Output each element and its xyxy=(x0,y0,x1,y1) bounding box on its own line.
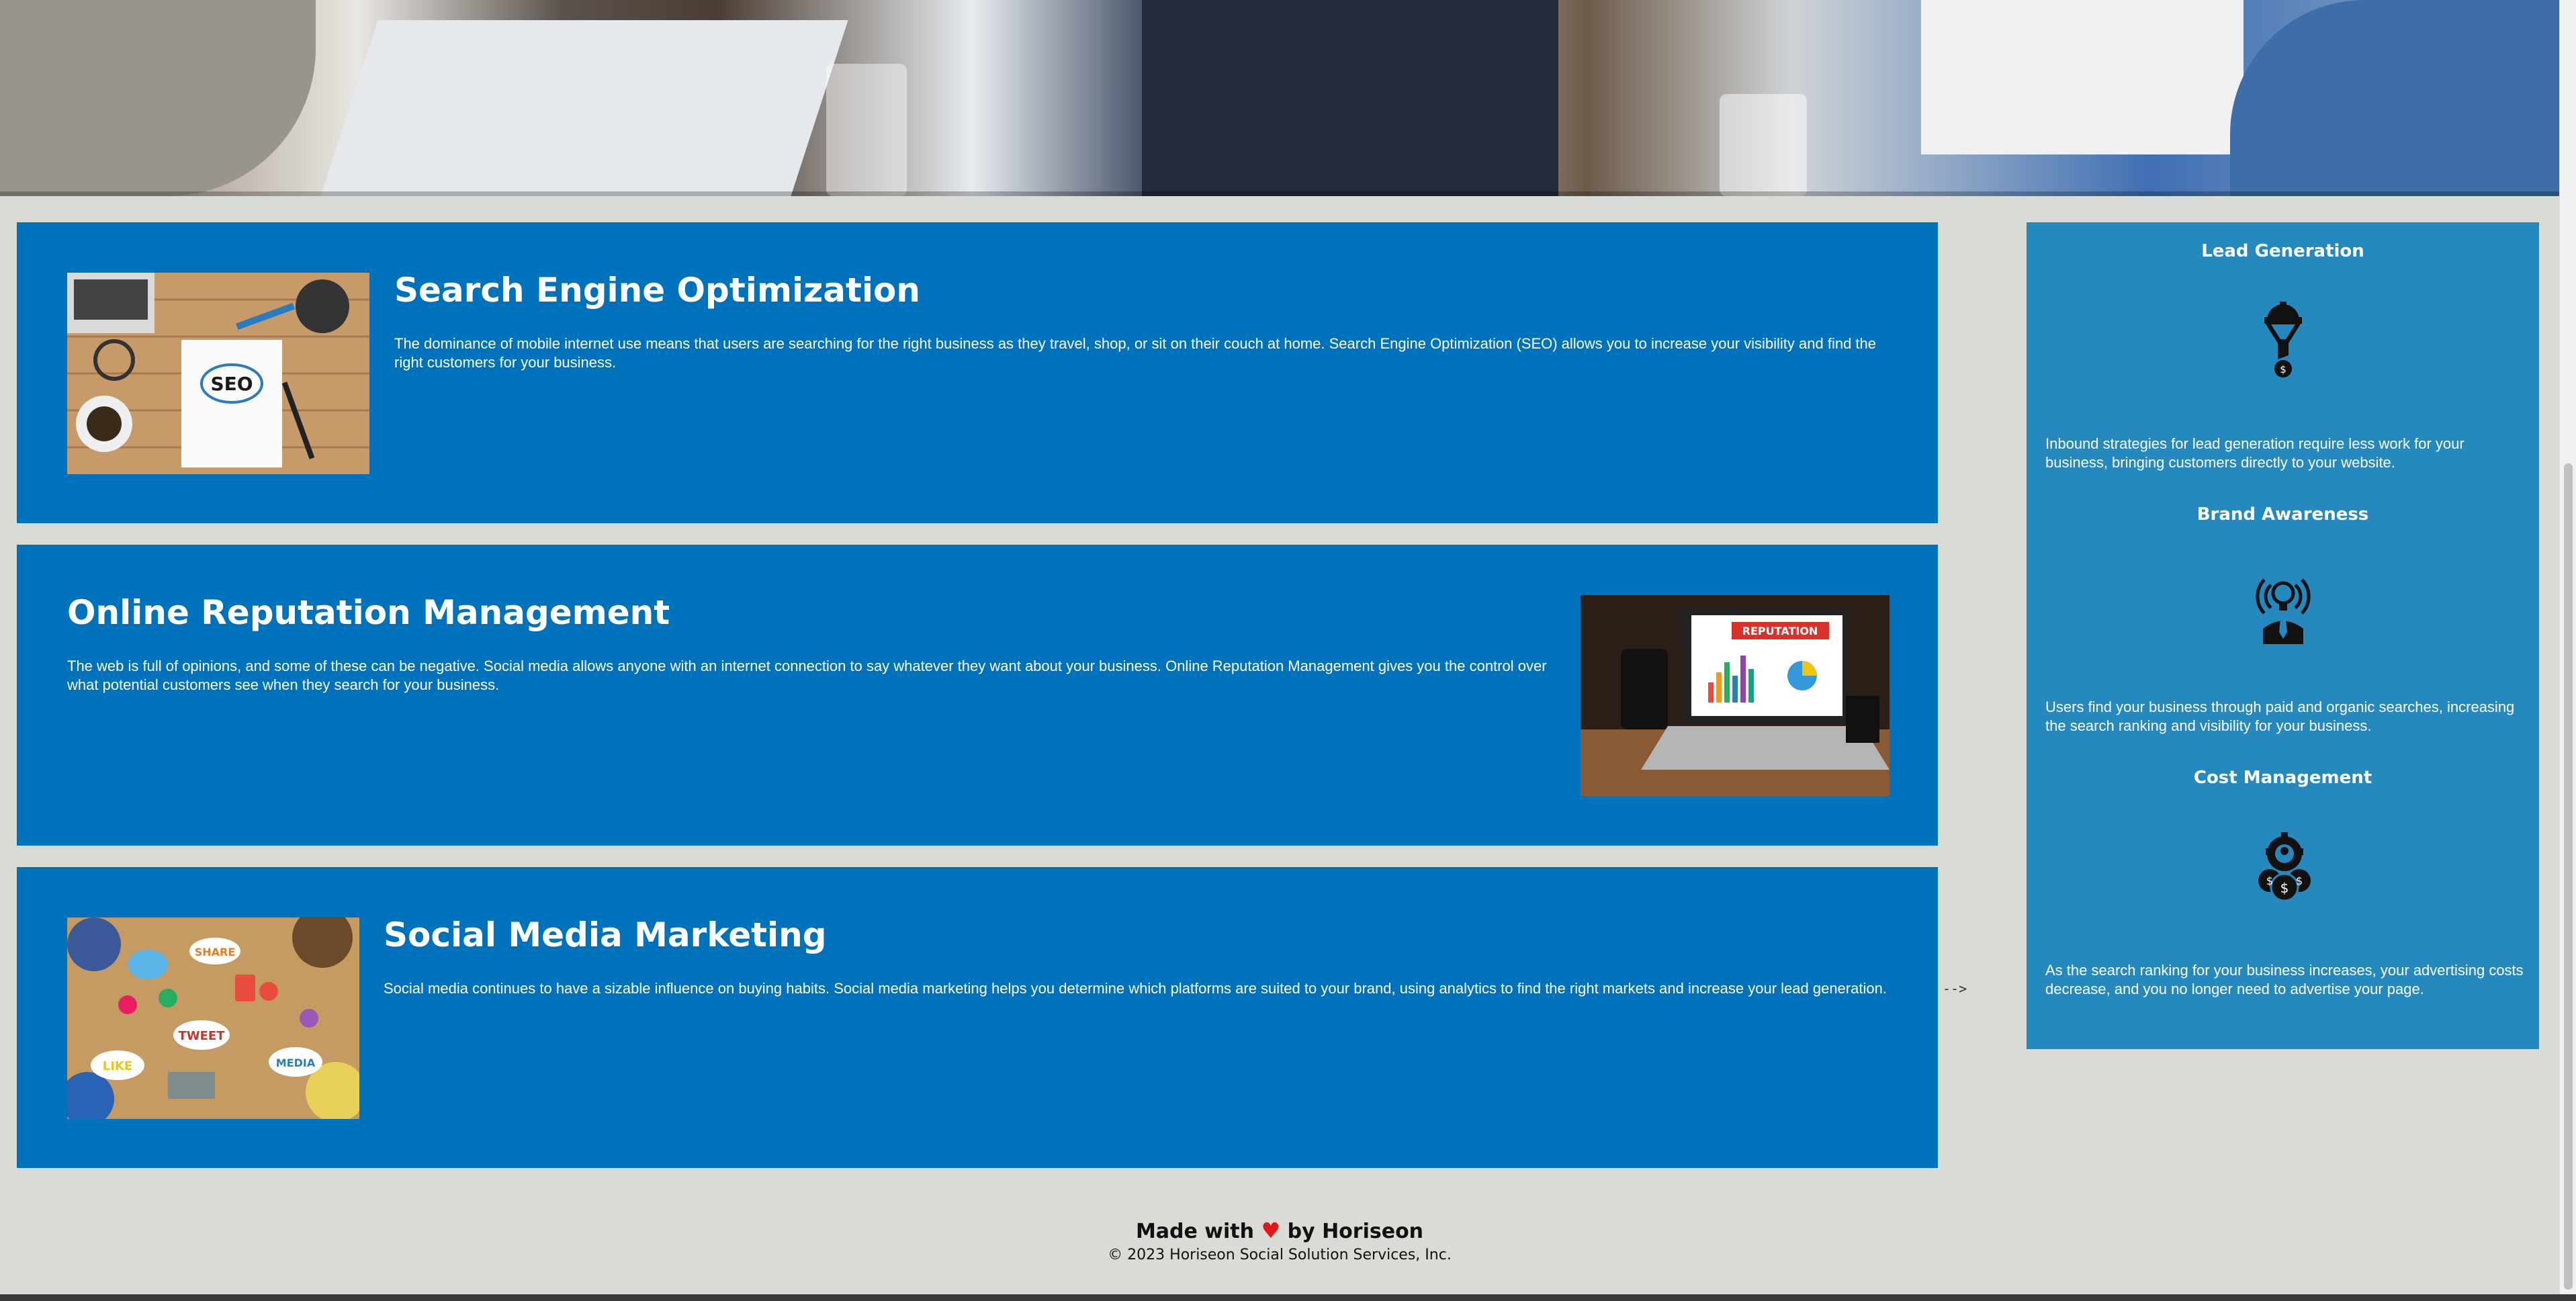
seo-image: SEO xyxy=(67,273,369,474)
social-media-image: SHARE TWEET LIKE MEDIA xyxy=(67,917,359,1119)
svg-text:$: $ xyxy=(2280,363,2286,375)
svg-text:REPUTATION: REPUTATION xyxy=(1742,625,1818,637)
scrollbar-thumb[interactable] xyxy=(2564,463,2573,1290)
svg-text:SHARE: SHARE xyxy=(195,946,236,958)
made-with-suffix: by Horiseon xyxy=(1287,1220,1424,1243)
seo-card: SEO Search Engine Optimization The domin… xyxy=(17,222,1938,523)
lead-generation-text: Inbound strategies for lead generation r… xyxy=(2045,435,2464,471)
hero-image xyxy=(0,0,2559,196)
reputation-text: The web is full of opinions, and some of… xyxy=(67,658,1547,693)
made-with-line: Made with ♥ by Horiseon xyxy=(0,1217,2559,1245)
brand-awareness-icon xyxy=(2250,565,2317,645)
svg-text:MEDIA: MEDIA xyxy=(276,1057,316,1069)
cost-management-icon: $ $ $ xyxy=(2250,828,2317,909)
svg-text:$: $ xyxy=(2266,874,2273,887)
window-bottom-edge xyxy=(0,1294,2576,1301)
seo-title: Search Engine Optimization xyxy=(394,271,920,310)
reputation-title: Online Reputation Management xyxy=(67,593,670,632)
svg-text:TWEET: TWEET xyxy=(178,1029,225,1043)
made-with-prefix: Made with xyxy=(1135,1220,1254,1243)
reputation-card: Online Reputation Management The web is … xyxy=(17,545,1938,846)
heart-icon: ♥ xyxy=(1261,1218,1281,1243)
svg-text:$: $ xyxy=(2296,874,2303,887)
brand-awareness-title: Brand Awareness xyxy=(2196,504,2369,525)
social-media-title: Social Media Marketing xyxy=(384,915,827,954)
benefits-sidebar: Lead Generation $ Inbound strategies for… xyxy=(2027,222,2539,1049)
social-media-card: SHARE TWEET LIKE MEDIA Social Media Mark… xyxy=(17,867,1938,1168)
brand-awareness-text: Users find your business through paid an… xyxy=(2045,699,2515,734)
social-media-text: Social media continues to have a sizable… xyxy=(384,980,1887,997)
svg-text:SEO: SEO xyxy=(210,373,253,395)
cost-management-title: Cost Management xyxy=(2193,768,2372,788)
lead-generation-icon: $ xyxy=(2250,302,2317,382)
vertical-scrollbar[interactable] xyxy=(2559,0,2576,1294)
seo-text: The dominance of mobile internet use mea… xyxy=(394,335,1877,371)
svg-text:LIKE: LIKE xyxy=(103,1059,132,1073)
svg-text:$: $ xyxy=(2280,880,2289,896)
stray-comment-text: --> xyxy=(1943,981,1967,997)
lead-generation-title: Lead Generation xyxy=(2201,241,2364,261)
copyright: © 2023 Horiseon Social Solution Services… xyxy=(1108,1247,1452,1263)
reputation-image: REPUTATION xyxy=(1581,595,1890,797)
footer: Made with ♥ by Horiseon © 2023 Horiseon … xyxy=(0,1217,2559,1265)
cost-management-text: As the search ranking for your business … xyxy=(2045,962,2524,997)
